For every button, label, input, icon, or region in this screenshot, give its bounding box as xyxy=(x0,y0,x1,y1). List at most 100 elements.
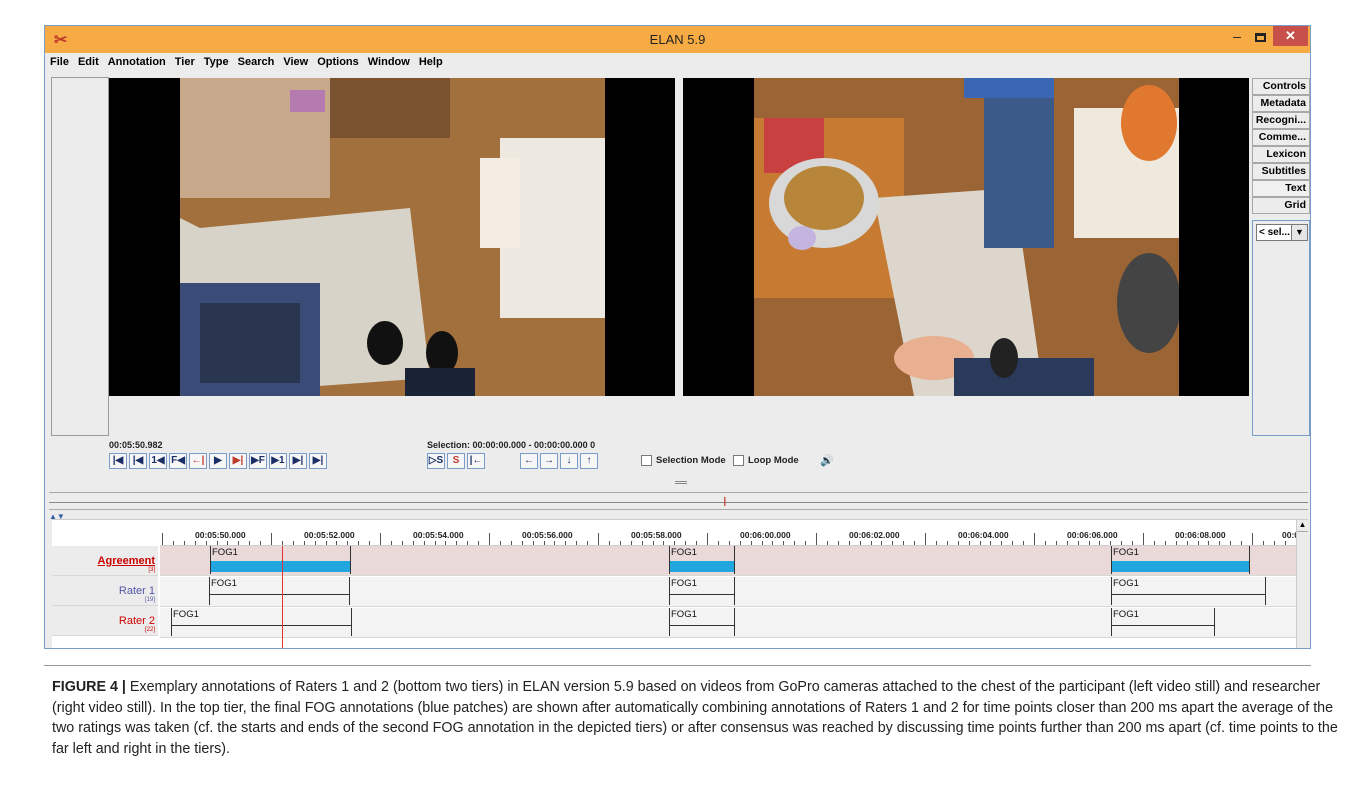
menu-type[interactable]: Type xyxy=(199,53,233,71)
annotation-fill xyxy=(1111,561,1250,572)
video-player-participant[interactable] xyxy=(109,78,675,396)
go-to-begin-button[interactable]: |◀ xyxy=(109,453,127,469)
menu-search[interactable]: Search xyxy=(233,53,279,71)
ruler-tick xyxy=(608,541,610,545)
next-second-button[interactable]: ▶1 xyxy=(269,453,287,469)
ruler-tick xyxy=(554,541,556,545)
annotation[interactable]: FOG1 xyxy=(669,608,735,638)
tab-comments[interactable]: Comme... xyxy=(1252,129,1310,146)
tab-lexicon[interactable]: Lexicon xyxy=(1252,146,1310,163)
ruler-tick xyxy=(892,541,894,545)
annotation[interactable]: FOG1 xyxy=(210,546,351,576)
menu-view[interactable]: View xyxy=(278,53,312,71)
previous-ms-button[interactable]: ←| xyxy=(189,453,207,469)
tier-label-rater-1[interactable]: Rater 1 [19] xyxy=(52,576,158,606)
overview-cursor-icon[interactable]: I xyxy=(723,495,732,509)
previous-scroll-button[interactable]: |◀ xyxy=(129,453,147,469)
title-bar: ✂ ELAN 5.9 – ✕ xyxy=(45,26,1310,53)
overview-line xyxy=(49,502,1308,503)
next-scroll-button[interactable]: ▶| xyxy=(289,453,307,469)
timeline-scrollbar[interactable]: ▲ xyxy=(1296,520,1308,648)
playback-controls: |◀ |◀ 1◀ F◀ ←| ▶ ▶| ▶F ▶1 ▶| ▶| xyxy=(109,453,329,469)
ruler-tick xyxy=(1208,541,1210,545)
next-annotation-button[interactable]: → xyxy=(540,453,558,469)
volume-icon[interactable]: 🔊 xyxy=(820,454,838,468)
annotation-fill xyxy=(669,561,735,572)
annotation-end xyxy=(734,546,735,574)
tab-metadata[interactable]: Metadata xyxy=(1252,95,1310,112)
maximize-button[interactable] xyxy=(1250,31,1270,53)
ruler-tick xyxy=(1284,541,1286,545)
split-handle[interactable] xyxy=(675,481,687,484)
previous-second-button[interactable]: 1◀ xyxy=(149,453,167,469)
time-ruler[interactable]: 00:05:50.000 00:05:52.000 00:05:54.000 0… xyxy=(160,520,1299,546)
annotation-end xyxy=(350,546,351,574)
loop-mode-checkbox[interactable] xyxy=(733,455,744,466)
annotation[interactable]: FOG1 xyxy=(171,608,352,638)
tier-row-rater-2[interactable]: FOG1 FOG1 FOG1 xyxy=(160,608,1296,638)
tab-grid[interactable]: Grid xyxy=(1252,197,1310,214)
annotation[interactable]: FOG1 xyxy=(1111,546,1250,576)
play-selection-button[interactable]: ▷S xyxy=(427,453,445,469)
ruler-tick xyxy=(663,541,665,545)
chevron-down-icon[interactable]: ▼ xyxy=(1291,225,1307,240)
menu-annotation[interactable]: Annotation xyxy=(103,53,170,71)
tier-down-button[interactable]: ↓ xyxy=(560,453,578,469)
tier-row-agreement[interactable]: FOG1 FOG1 FOG1 xyxy=(160,546,1296,576)
previous-frame-button[interactable]: F◀ xyxy=(169,453,187,469)
tab-recognizers[interactable]: Recogni... xyxy=(1252,112,1310,129)
tier-up-button[interactable]: ↑ xyxy=(580,453,598,469)
close-button[interactable]: ✕ xyxy=(1273,26,1308,46)
tab-subtitles[interactable]: Subtitles xyxy=(1252,163,1310,180)
ruler-tick xyxy=(619,541,621,545)
researcher-video-still xyxy=(754,78,1181,396)
tier-row-rater-1[interactable]: FOG1 FOG1 FOG1 xyxy=(160,577,1296,607)
ruler-tick xyxy=(543,541,545,545)
annotation[interactable]: FOG1 xyxy=(669,577,735,607)
annotation[interactable]: FOG1 xyxy=(669,546,735,576)
minimize-button[interactable]: – xyxy=(1225,28,1249,50)
annotation[interactable]: FOG1 xyxy=(209,577,350,607)
menu-options[interactable]: Options xyxy=(312,53,363,71)
tab-controls[interactable]: Controls xyxy=(1252,78,1310,95)
menu-edit[interactable]: Edit xyxy=(73,53,103,71)
overview-timeline[interactable]: I xyxy=(49,492,1308,510)
tab-text[interactable]: Text xyxy=(1252,180,1310,197)
video-player-researcher[interactable] xyxy=(683,78,1249,396)
selection-mode-checkbox[interactable] xyxy=(641,455,652,466)
annotation[interactable]: FOG1 xyxy=(1111,577,1266,607)
annotation-line xyxy=(171,625,352,626)
to-selection-begin-button[interactable]: |← xyxy=(467,453,485,469)
ruler-tick xyxy=(325,541,327,545)
ruler-tick xyxy=(336,541,338,545)
menu-tier[interactable]: Tier xyxy=(170,53,199,71)
tier-label-rater-2[interactable]: Rater 2 [22] xyxy=(52,606,158,636)
loop-mode-toggle[interactable]: Loop Mode xyxy=(733,455,799,466)
playhead-cursor[interactable] xyxy=(282,546,283,648)
clear-selection-button[interactable]: S xyxy=(447,453,465,469)
ruler-tick xyxy=(510,541,512,545)
ruler-label: 00:05:58.000 xyxy=(631,530,682,540)
next-frame-button[interactable]: ▶F xyxy=(249,453,267,469)
ruler-tick xyxy=(925,533,926,545)
prev-annotation-button[interactable]: ← xyxy=(520,453,538,469)
ruler-tick xyxy=(903,541,905,545)
tier-select[interactable]: < sel... ▼ xyxy=(1256,224,1308,241)
tier-label-agreement[interactable]: Agreement [3] xyxy=(52,546,158,576)
next-ms-button[interactable]: ▶| xyxy=(229,453,247,469)
selection-mode-toggle[interactable]: Selection Mode xyxy=(641,455,726,466)
annotation-label: FOG1 xyxy=(1113,578,1139,589)
ruler-label: 00:05:52.000 xyxy=(304,530,355,540)
selection-mode-label: Selection Mode xyxy=(656,455,726,466)
menu-file[interactable]: File xyxy=(45,53,73,71)
go-to-end-button[interactable]: ▶| xyxy=(309,453,327,469)
annotation-label: FOG1 xyxy=(671,578,697,589)
ruler-tick xyxy=(1230,541,1232,545)
menu-help[interactable]: Help xyxy=(414,53,447,71)
ruler-tick xyxy=(1066,541,1068,545)
scroll-up-icon[interactable]: ▲ xyxy=(1297,520,1308,532)
menu-window[interactable]: Window xyxy=(363,53,414,71)
play-button[interactable]: ▶ xyxy=(209,453,227,469)
annotation-end xyxy=(1214,608,1215,636)
annotation[interactable]: FOG1 xyxy=(1111,608,1215,638)
